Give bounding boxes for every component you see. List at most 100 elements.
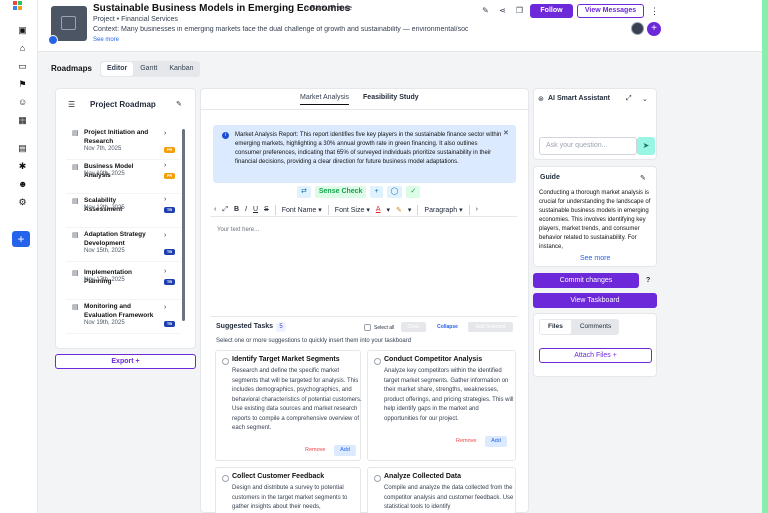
magic-icon[interactable]: ✱ [18,162,27,171]
edit-roadmap-icon[interactable]: ✎ [176,100,182,108]
files-tabs: Files Comments [539,319,620,335]
task-card[interactable]: Identify Target Market Segments Research… [215,350,362,461]
editor-placeholder[interactable]: Your text here... [217,227,259,233]
add-selected-button[interactable]: Add Selected [468,322,513,332]
sense-check-button[interactable]: Sense Check [314,186,367,198]
flag-icon[interactable]: ⚑ [18,80,27,89]
roadmap-item-date: Nov 17th, 2025 [84,277,125,283]
follow-button[interactable]: Follow [530,4,573,18]
roadmap-item[interactable]: ▤ Adaptation Strategy Development Nov 15th… [66,228,181,262]
roadmap-item[interactable]: ▤ Business Model Analysis Nov 10th, 2025 › P… [66,160,181,194]
attach-files-button[interactable]: Attach Files + [539,348,652,363]
roadmap-item[interactable]: ▤ Scalability Assessment Nov 12th, 2025 › TB [66,194,181,228]
strikethrough-icon[interactable]: S [264,206,269,213]
dashboard-icon[interactable]: ▣ [18,26,27,35]
document-icon: ▤ [72,270,79,277]
chevron-left-icon[interactable]: ‹ [214,206,216,213]
tab-market-analysis[interactable]: Market Analysis [300,94,350,105]
italic-icon[interactable]: I [245,206,247,213]
guide-see-more-link[interactable]: See more [580,255,610,262]
left-rail: ▣ ⌂ ▭ ⚑ ☺ ▦ ▤ ✱ ☻ ⚙ + [0,0,38,513]
task-checkbox[interactable] [222,358,229,365]
add-button[interactable]: Add [485,436,507,447]
commit-changes-button[interactable]: Commit changes [533,273,639,288]
chevron-right-icon[interactable]: › [164,130,166,137]
task-checkbox[interactable] [374,358,381,365]
task-card[interactable]: Collect Customer Feedback Design and dis… [215,467,361,513]
comment-icon[interactable]: ◯ [386,186,403,198]
ask-question-input[interactable]: Ask your question... [539,137,637,155]
paragraph-select[interactable]: Paragraph ▾ [424,206,462,214]
highlight-icon[interactable]: ✎ [396,206,402,214]
more-options-icon[interactable]: ⋮ [650,6,659,17]
export-button[interactable]: Export + [55,354,196,369]
share-icon[interactable]: ⋖ [497,6,508,17]
underline-icon[interactable]: U [253,206,258,213]
task-checkbox[interactable] [222,475,229,482]
roadmap-item[interactable]: ▤ Project Initiation and Research Nov 7th,… [66,126,181,160]
chevron-right-icon[interactable]: › [164,162,166,169]
edit-thumbnail-icon[interactable] [48,35,58,45]
clear-button[interactable]: Clear [401,322,426,332]
select-all-checkbox[interactable] [364,324,371,331]
home-icon[interactable]: ⌂ [18,44,27,53]
view-taskboard-button[interactable]: View Taskboard [533,293,657,308]
expand-icon[interactable]: ⤢ [222,206,228,214]
send-icon[interactable]: ➤ [637,137,655,155]
remove-button[interactable]: Remove [456,438,476,444]
check-icon[interactable]: ✓ [406,186,421,198]
tab-editor[interactable]: Editor [101,62,134,76]
edit-guide-icon[interactable]: ✎ [640,174,646,182]
chevron-right-icon[interactable]: › [476,206,478,213]
view-messages-button[interactable]: View Messages [577,4,644,18]
chevron-right-icon[interactable]: › [164,196,166,203]
font-size-select[interactable]: Font Size ▾ [335,206,370,214]
select-all[interactable]: Select all [364,324,394,331]
task-description: Design and distribute a survey to potent… [232,485,348,510]
roadmap-item[interactable]: ▤ Implementation Planning Nov 17th, 2025 › T… [66,266,181,300]
inbox-icon[interactable]: ▭ [18,62,27,71]
roadmaps-label: Roadmaps [51,64,92,73]
see-more-link[interactable]: See more [93,37,119,43]
chevron-right-icon[interactable]: › [164,304,166,311]
tab-comments[interactable]: Comments [572,319,619,335]
document-icon: ▤ [72,198,79,205]
expand-icon[interactable]: ⤢ [626,95,632,103]
text-color-icon[interactable]: A [376,206,381,213]
settings-icon[interactable]: ⚙ [18,198,27,207]
tab-feasibility-study[interactable]: Feasibility Study [363,94,419,105]
task-card[interactable]: Analyze Collected Data Compile and analy… [367,467,516,513]
add-icon[interactable]: + [370,186,383,198]
task-card[interactable]: Conduct Competitor Analysis Analyze key … [367,350,516,461]
roadmap-item-name: Project Initiation and Research [84,129,149,145]
task-title: Collect Customer Feedback [232,473,325,480]
close-icon[interactable]: ✕ [503,129,509,137]
remove-button[interactable]: Remove [305,447,325,453]
users-icon[interactable]: ☺ [18,98,27,107]
roadmap-scrollbar[interactable] [182,129,185,321]
collapse-button[interactable]: Collapse [431,322,464,332]
emoji-icon[interactable]: ☻ [18,180,27,189]
chevron-right-icon[interactable]: › [164,268,166,275]
chevron-down-icon[interactable]: ⌄ [642,95,648,103]
avatar[interactable] [631,22,644,35]
tab-kanban[interactable]: Kanban [163,61,199,77]
roadmap-item[interactable]: ▤ Monitoring and Evaluation Framework Nov … [66,300,181,334]
task-checkbox[interactable] [374,475,381,482]
tab-gantt[interactable]: Gantt [134,61,163,77]
add-member-button[interactable]: + [647,22,661,36]
project-location: ◦ Paris, France [306,5,353,12]
translate-icon[interactable]: ⇄ [297,186,311,198]
help-icon[interactable]: ? [646,277,650,284]
ai-assistant-title: AI Smart Assistant [548,95,610,102]
add-button[interactable]: Add [334,445,356,456]
document-icon[interactable]: ▤ [18,144,27,153]
add-icon[interactable]: + [12,231,30,247]
edit-icon[interactable]: ✎ [480,6,491,17]
bold-icon[interactable]: B [234,206,239,213]
copy-icon[interactable]: ❐ [514,6,525,17]
font-name-select[interactable]: Font Name ▾ [282,206,322,214]
tab-files[interactable]: Files [540,320,571,334]
chevron-right-icon[interactable]: › [164,232,166,239]
calendar-icon[interactable]: ▦ [18,116,27,125]
